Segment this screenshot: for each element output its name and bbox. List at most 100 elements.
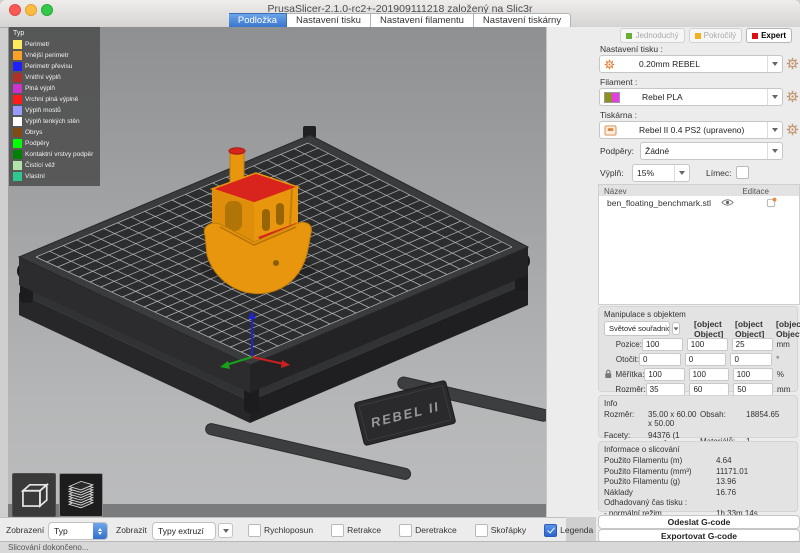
show-label: Zobrazit [116,525,147,535]
legend-panel: Typ Perimetr Vnější perimetr Perimetr př… [9,27,100,186]
checkbox-box[interactable] [475,524,488,537]
legend-color-swatch [13,117,22,126]
coord-dropdown-button[interactable] [672,322,680,335]
legend-item: Vnitřní výplň [12,72,97,83]
checkbox-box[interactable] [248,524,261,537]
print-settings-combo[interactable]: 0.20mm REBEL [599,55,783,73]
sliced-info-value: 16.76 [716,488,736,499]
object-list[interactable]: ben_floating_benchmark.stl [598,196,800,305]
value-input-x[interactable]: 0 [639,353,681,366]
print-settings-gear-button[interactable] [786,57,799,70]
printer-icon [604,125,617,136]
print-preset-icon [604,59,615,70]
sliced-info-label: Použito Filamentu (m) [604,456,716,467]
gl-canvas-3d-view[interactable]: REBEL II [8,27,546,517]
legend-item-label: Výplň tenkých stěn [25,118,80,125]
mode-button[interactable]: Expert [746,28,792,43]
legend-item-label: Podpěry [25,140,49,147]
preview-view-button[interactable] [59,473,103,517]
mode-button[interactable]: Pokročilý [689,28,742,43]
value-input-y[interactable]: 100 [689,368,729,381]
sliced-info-title: Informace o slicování [604,445,792,454]
view-popup[interactable]: Typ [48,522,108,540]
printer-combo[interactable]: Rebel II 0.4 PS2 (upraveno) [599,121,783,139]
infill-combo[interactable]: 15% [632,164,690,182]
toolbar-checkbox[interactable]: Rychloposun [248,524,313,537]
object-name: ben_floating_benchmark.stl [607,198,711,208]
value-input-x[interactable]: 35 [646,383,686,396]
value-input-y[interactable]: 100 [687,338,728,351]
status-bar: Slicování dokončeno... [0,541,800,553]
checkbox-box[interactable] [399,524,412,537]
dropdown-arrow[interactable] [767,89,782,105]
axis-header: [object Object] [735,319,776,339]
show-dropdown-button[interactable] [218,523,233,538]
toolbar-checkbox[interactable]: Deretrakce [399,524,457,537]
legend-item: Vlastní [12,171,97,182]
sliced-info-row: Náklady 16.76 [604,488,792,499]
checkbox-box[interactable] [544,524,557,537]
value-input-z[interactable]: 100 [733,368,773,381]
title-bar: PrusaSlicer-2.1.0-rc2+-201909111218 zalo… [0,0,800,28]
toolbar-checkbox[interactable]: Skořápky [475,524,526,537]
legend-item: Čistící věž [12,160,97,171]
status-text: Slicování dokončeno... [8,543,89,552]
object-manipulation-panel: Manipulace s objektem Světové souřadnice… [598,306,798,392]
coordinate-system-combo[interactable]: Světové souřadnice [604,321,670,336]
dropdown-arrow[interactable] [767,143,782,159]
filament-color-swatch [604,92,620,103]
edit-object-icon[interactable] [766,197,777,208]
value-input-z[interactable]: 25 [732,338,773,351]
object-row[interactable]: ben_floating_benchmark.stl [599,196,799,209]
sliced-info-row: Použito Filamentu (mm³) 11171.01 [604,467,792,478]
sliced-info-label: Použito Filamentu (g) [604,477,716,488]
supports-combo[interactable]: Žádné [640,142,783,160]
scale-lock-icon[interactable] [604,369,613,379]
dropdown-arrow[interactable] [767,56,782,72]
manipulation-row-label: Měřítka: [616,370,645,379]
legend-color-swatch [13,40,22,49]
sliced-info-value: 13.96 [716,477,736,488]
printer-gear-button[interactable] [786,123,799,136]
legend-item-label: Vlastní [25,173,45,180]
popup-stepper[interactable] [93,523,107,539]
right-sidebar: Jednoduchý Pokročilý Expert Nastavení ti… [596,27,800,541]
layers-icon [64,478,98,512]
toolbar-checkbox[interactable]: Retrakce [331,524,381,537]
value-input-x[interactable]: 100 [642,338,683,351]
legend-color-swatch [13,139,22,148]
legend-color-swatch [13,106,22,115]
cube-icon [17,478,51,512]
legend-item-label: Výplň mostů [25,107,61,114]
dropdown-arrow[interactable] [674,165,689,181]
supports-label: Podpěry: [600,146,634,156]
value-input-z[interactable]: 50 [733,383,773,396]
checkbox-label: Deretrakce [415,525,457,535]
legend-item-label: Kontaktní vrstvy podpěr [25,151,93,158]
legend-color-swatch [13,51,22,60]
value-input-y[interactable]: 60 [689,383,729,396]
send-gcode-button[interactable]: Odeslat G-code [598,515,800,529]
sliced-info-row: Odhadovaný čas tisku : [604,498,792,509]
toolbar-checkbox[interactable]: Legenda [544,524,593,537]
editor-view-button[interactable] [12,473,56,517]
brim-label: Límec: [706,168,732,178]
visibility-eye-icon[interactable] [721,198,734,207]
value-input-z[interactable]: 0 [730,353,772,366]
filament-gear-button[interactable] [786,90,799,103]
dropdown-arrow[interactable] [767,122,782,138]
info-value: 18854.65 [746,410,792,434]
checkbox-box[interactable] [331,524,344,537]
axis-header: [object Object] [694,319,735,339]
model-info-panel: Info Rozměr:35.00 x 60.00 x 50.00Facety:… [598,395,798,438]
mode-button[interactable]: Jednoduchý [620,28,684,43]
value-input-x[interactable]: 100 [644,368,684,381]
legend-color-swatch [13,161,22,170]
value-input-y[interactable]: 0 [685,353,727,366]
show-combo[interactable]: Typy extruzí [152,522,216,540]
sliced-info-row: Použito Filamentu (g) 13.96 [604,477,792,488]
filament-combo[interactable]: Rebel PLA [599,88,783,106]
brim-checkbox[interactable] [736,166,749,179]
view-label: Zobrazení [6,525,44,535]
view-mode-toggles [12,473,103,517]
